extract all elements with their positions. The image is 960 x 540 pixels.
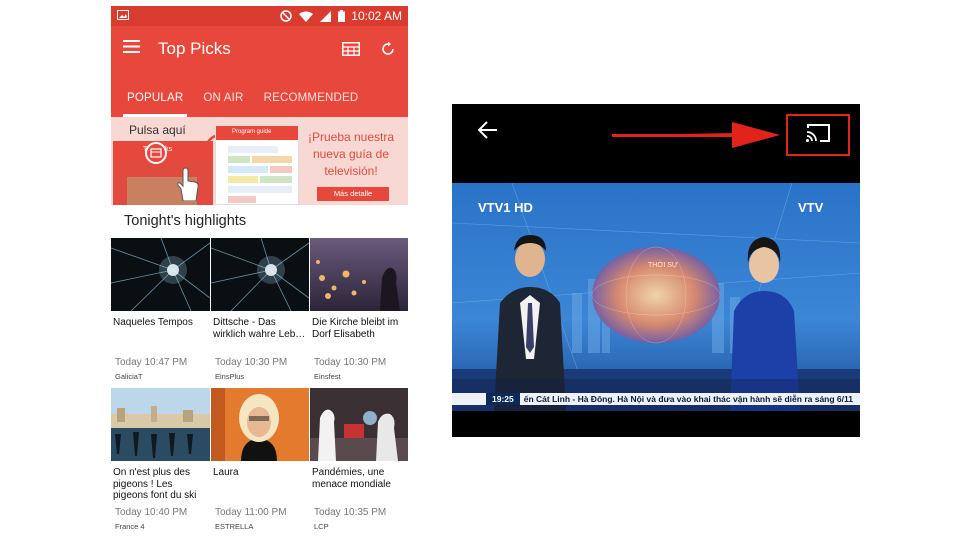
program-time: Today 11:00 PM [215, 507, 287, 518]
clock: 10:02 AM [351, 9, 402, 23]
program-time: Today 10:40 PM [115, 507, 188, 518]
tab-recommended[interactable]: RECOMMENDED [254, 92, 369, 117]
program-card[interactable]: Dittsche - Das wirklich wahre Leb… Today… [211, 238, 309, 388]
program-card[interactable]: On n'est plus des pigeons ! Les pigeons … [111, 388, 210, 536]
program-time: Today 10:30 PM [314, 357, 387, 368]
program-grid: Naqueles Tempos Today 10:47 PM GaliciaT … [111, 238, 408, 536]
video-frame[interactable]: THỜI SỰ VTV1 HD VTV 19:25 ến Cát Linh - … [452, 183, 860, 411]
program-name: Naqueles Tempos [113, 317, 193, 328]
program-thumbnail [111, 388, 210, 461]
refresh-icon[interactable] [380, 41, 396, 57]
program-time: Today 10:30 PM [215, 357, 288, 368]
promo-headline: ¡Prueba nuestra nueva guía de televisión… [307, 130, 395, 178]
promo-tap-label: Pulsa aquí [129, 123, 186, 137]
annotation-arrow-icon [612, 120, 782, 155]
program-name: Laura [213, 467, 239, 478]
screenshot-canvas: 10:02 AM Top Picks POPULAR ON AIR RECOMM… [0, 0, 960, 540]
program-channel: LCP [314, 522, 329, 531]
do-not-disturb-icon [280, 10, 293, 22]
promo-more-button[interactable]: Más detalle [317, 187, 389, 201]
program-time: Today 10:35 PM [314, 507, 387, 518]
wifi-icon [299, 11, 314, 22]
program-thumbnail [211, 238, 309, 311]
cast-icon [805, 123, 831, 148]
program-name: On n'est plus des pigeons ! Les pigeons … [113, 467, 197, 501]
tab-on-air[interactable]: ON AIR [193, 92, 253, 117]
cast-button[interactable] [786, 114, 850, 156]
news-ticker: 19:25 ến Cát Linh - Hà Đông. Hà Nội và đ… [452, 393, 860, 405]
back-arrow-icon[interactable] [477, 121, 498, 144]
program-channel: ESTRELLA [215, 522, 254, 531]
page-title: Top Picks [158, 39, 231, 58]
promo-guide-preview-title: Program guide [216, 126, 298, 140]
ticker-text: ến Cát Linh - Hà Đông. Hà Nội và đưa vào… [523, 394, 853, 404]
program-time: Today 10:47 PM [115, 357, 188, 368]
studio-sign: THỜI SỰ [648, 260, 678, 269]
app-bar: Top Picks [111, 26, 408, 72]
news-studio-image: THỜI SỰ VTV1 HD VTV [452, 183, 860, 411]
program-name: Dittsche - Das wirklich wahre Leb… [213, 317, 306, 340]
program-channel: EinsPlus [215, 372, 245, 381]
tab-popular[interactable]: POPULAR [117, 92, 193, 117]
channel-logo-right: VTV [798, 200, 824, 215]
pointing-hand-icon [177, 167, 199, 201]
program-card[interactable]: Pandémies, une menace mondiale Today 10:… [310, 388, 408, 536]
menu-icon[interactable] [123, 40, 140, 58]
program-card[interactable]: Laura Today 11:00 PM ESTRELLA [211, 388, 309, 536]
program-thumbnail [310, 388, 408, 461]
program-thumbnail [111, 238, 210, 311]
promo-guide-preview: Program guide [215, 125, 299, 205]
promo-banner[interactable]: Pulsa aquí Top picks Program guide [111, 117, 408, 205]
tv-guide-app: 10:02 AM Top Picks POPULAR ON AIR RECOMM… [111, 6, 408, 536]
program-card[interactable]: Die Kirche bleibt im Dorf Elisabeth Toda… [310, 238, 408, 388]
program-thumbnail [310, 238, 408, 311]
program-guide-icon[interactable] [342, 42, 360, 56]
tab-bar: POPULAR ON AIR RECOMMENDED [111, 72, 408, 117]
program-card[interactable]: Naqueles Tempos Today 10:47 PM GaliciaT [111, 238, 210, 388]
status-bar: 10:02 AM [111, 6, 408, 26]
guide-highlight-icon [145, 142, 167, 164]
program-name: Die Kirche bleibt im Dorf Elisabeth [312, 317, 399, 340]
signal-icon [320, 10, 332, 22]
image-notification-icon [117, 9, 129, 23]
program-channel: Einsfest [314, 372, 341, 381]
section-title: Tonight's highlights [124, 213, 247, 229]
video-player: THỜI SỰ VTV1 HD VTV 19:25 ến Cát Linh - … [452, 104, 860, 437]
ticker-time: 19:25 [486, 393, 520, 405]
program-name: Pandémies, une menace mondiale [312, 467, 391, 490]
program-channel: France 4 [115, 522, 145, 531]
program-thumbnail [211, 388, 309, 461]
battery-icon [338, 10, 346, 22]
channel-logo-left: VTV1 HD [478, 200, 533, 215]
program-channel: GaliciaT [115, 372, 143, 381]
